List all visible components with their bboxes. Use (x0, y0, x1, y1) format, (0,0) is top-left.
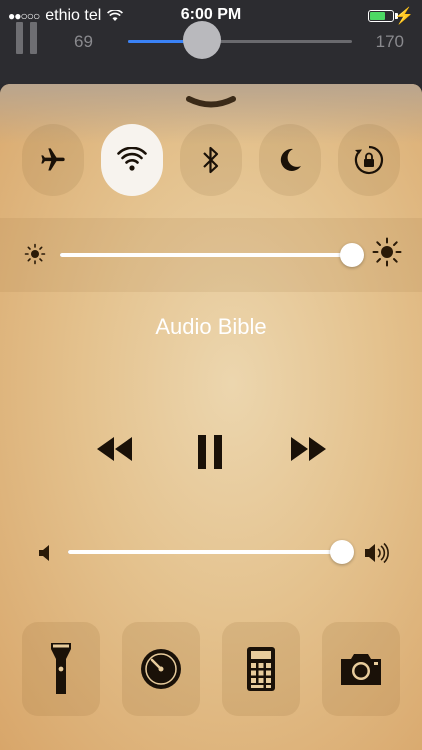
moon-icon (280, 148, 301, 171)
airplane-mode-toggle[interactable] (22, 124, 84, 196)
calculator-icon (247, 647, 275, 691)
app-player-bar: ●●○○○ ethio tel 6:00 PM ⚡ 69 170 (0, 0, 422, 84)
camera-icon (341, 654, 381, 685)
bolt-icon: ⚡ (394, 8, 414, 25)
brightness-fill (60, 253, 352, 257)
sun-small-icon (24, 243, 46, 265)
rewind-icon[interactable] (95, 434, 135, 464)
volume-knob[interactable] (330, 540, 354, 564)
volume-control (0, 534, 422, 574)
brightness-slider[interactable] (60, 243, 364, 267)
seek-end-label: 170 (375, 32, 404, 51)
rotation-lock-toggle[interactable] (338, 124, 400, 196)
bluetooth-toggle[interactable] (180, 124, 242, 196)
calculator-button[interactable] (222, 622, 300, 716)
pause-icon[interactable] (196, 434, 224, 470)
seek-start-label: 69 (74, 32, 93, 51)
volume-fill (68, 550, 342, 554)
volume-low-icon (39, 545, 49, 561)
flashlight-icon (51, 643, 71, 694)
volume-slider[interactable] (68, 540, 354, 564)
brightness-control (0, 218, 422, 292)
bluetooth-icon (203, 146, 219, 174)
seek-slider[interactable] (128, 21, 352, 59)
rotation-lock-icon (354, 145, 384, 175)
camera-button[interactable] (322, 622, 400, 716)
brightness-knob[interactable] (340, 243, 364, 267)
do-not-disturb-toggle[interactable] (259, 124, 321, 196)
status-time: 6:00 PM (180, 6, 242, 23)
wifi-toggle[interactable] (101, 124, 163, 196)
now-playing-title: Audio Bible (155, 314, 267, 339)
app-pause-icon[interactable] (14, 22, 40, 54)
sun-large-icon (372, 237, 402, 267)
chevron-down-icon[interactable] (186, 96, 236, 110)
toggle-row (22, 124, 402, 196)
timer-icon (141, 649, 181, 689)
control-center: Audio Bible (0, 84, 422, 750)
wifi-icon (117, 147, 147, 171)
volume-high-icon (365, 542, 389, 564)
seek-knob[interactable] (182, 21, 221, 59)
battery-icon (368, 10, 394, 22)
shortcut-row (22, 622, 402, 716)
battery-level (370, 12, 386, 20)
fast-forward-icon[interactable] (288, 434, 328, 464)
media-controls (0, 434, 422, 484)
flashlight-button[interactable] (22, 622, 100, 716)
timer-button[interactable] (122, 622, 200, 716)
airplane-icon (41, 148, 65, 171)
